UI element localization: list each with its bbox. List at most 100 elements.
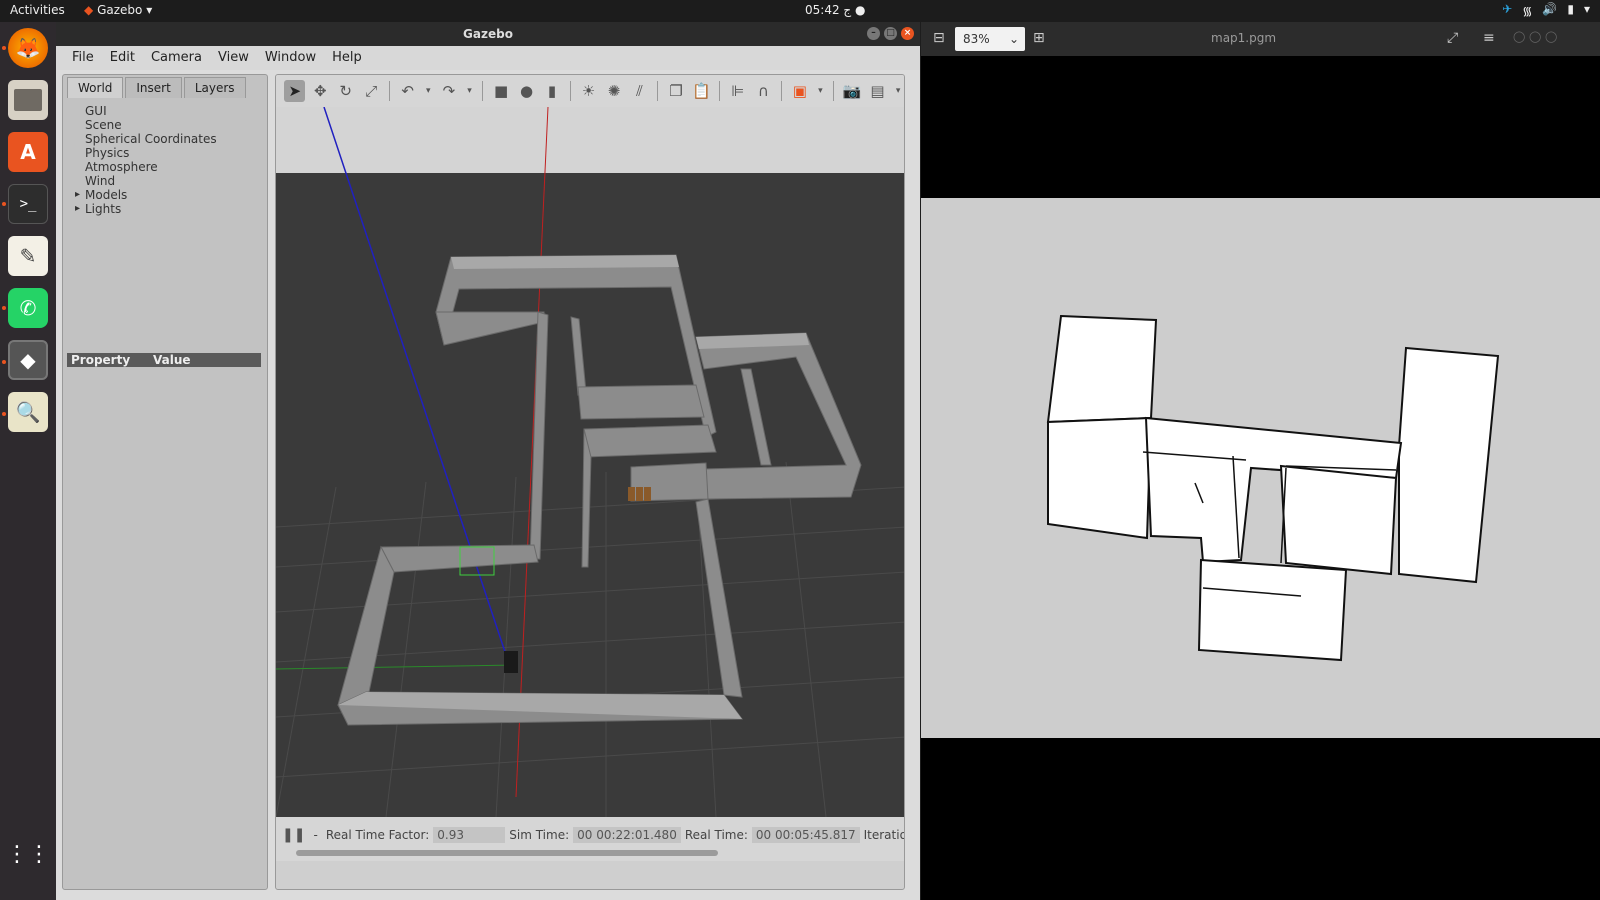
telegram-icon[interactable]: ✈ — [1502, 2, 1512, 19]
tree-item-models[interactable]: Models — [75, 188, 267, 202]
copy-icon[interactable]: ❐ — [665, 80, 686, 102]
undo-icon[interactable]: ↶ — [397, 80, 418, 102]
log-data-icon[interactable]: ▤ — [867, 80, 888, 102]
text-editor-icon[interactable]: ✎ — [8, 236, 48, 276]
snap-icon[interactable]: ∩ — [753, 80, 774, 102]
screenshot-icon[interactable]: 📷 — [841, 80, 862, 102]
redo-icon[interactable]: ↷ — [438, 80, 459, 102]
box-shape-icon[interactable]: ■ — [490, 80, 511, 102]
fullscreen-icon[interactable]: ⤢ — [1447, 30, 1458, 46]
minimize-button[interactable]: – — [867, 27, 880, 40]
directional-light-icon[interactable]: ⫽ — [629, 80, 650, 102]
tab-insert[interactable]: Insert — [125, 77, 182, 98]
toolbar-separator — [781, 81, 783, 101]
chevron-down-icon[interactable]: ▾ — [464, 80, 476, 102]
files-icon[interactable] — [8, 80, 48, 120]
point-light-icon[interactable]: ☀ — [578, 80, 599, 102]
tree-item-scene[interactable]: Scene — [85, 118, 267, 132]
tree-item-wind[interactable]: Wind — [85, 174, 267, 188]
select-mode-icon[interactable]: ➤ — [284, 80, 306, 102]
top-bar: Activities ◆ Gazebo ▾ 05:42 ج ● ✈ ᯾ 🔊 ▮ … — [0, 0, 1600, 22]
tab-world[interactable]: World — [67, 77, 124, 98]
activities-button[interactable]: Activities — [10, 3, 65, 17]
menu-help[interactable]: Help — [324, 46, 370, 70]
gazebo-window: Gazebo – □ × File Edit Camera View Windo… — [56, 22, 920, 900]
robot-model[interactable] — [504, 651, 518, 673]
menu-view[interactable]: View — [210, 46, 257, 70]
running-indicator — [2, 412, 6, 416]
occupancy-map-image — [921, 198, 1600, 738]
battery-icon[interactable]: ▮ — [1567, 2, 1574, 19]
scale-mode-icon[interactable]: ⤢ — [360, 80, 381, 102]
toolbar: ➤ ✥ ↻ ⤢ ↶ ▾ ↷ ▾ ■ ● ▮ ☀ ✺ ⫽ ❐ 📋 ⊫ ∩ ▣ ▾ — [276, 75, 904, 107]
menu-file[interactable]: File — [64, 46, 102, 70]
pause-icon[interactable]: ❚❚ — [282, 827, 305, 843]
firefox-icon[interactable]: 🦊 — [8, 28, 48, 68]
sphere-shape-icon[interactable]: ● — [516, 80, 537, 102]
software-icon[interactable]: A — [8, 132, 48, 172]
gazebo-icon[interactable]: ◆ — [8, 340, 48, 380]
show-applications-icon[interactable]: ⋮⋮ — [6, 834, 50, 874]
real-time-label: Real Time: — [684, 828, 748, 842]
chevron-down-icon[interactable]: ▾ — [422, 80, 434, 102]
tree-item-lights[interactable]: Lights — [75, 202, 267, 216]
zoom-out-icon[interactable]: ⊟ — [933, 30, 945, 46]
clock[interactable]: 05:42 ج ● — [805, 3, 865, 17]
maximize-button[interactable]: □ — [884, 27, 897, 40]
tab-layers[interactable]: Layers — [183, 77, 246, 98]
rotate-mode-icon[interactable]: ↻ — [335, 80, 356, 102]
3d-viewport[interactable] — [276, 106, 904, 818]
close-button[interactable]: × — [901, 27, 914, 40]
paste-icon[interactable]: 📋 — [691, 80, 712, 102]
window-titlebar[interactable]: Gazebo – □ × — [56, 22, 920, 46]
menu-bar: File Edit Camera View Window Help — [56, 46, 920, 70]
close-button[interactable]: ◯ — [1545, 30, 1557, 43]
cylinder-shape-icon[interactable]: ▮ — [541, 80, 562, 102]
map-render — [1046, 314, 1500, 662]
sim-time-value: 00 00:22:01.480 — [573, 827, 681, 843]
step-separator: - — [313, 828, 318, 842]
toolbar-separator — [482, 81, 484, 101]
change-view-icon[interactable]: ▣ — [789, 80, 810, 102]
running-indicator — [2, 306, 6, 310]
whatsapp-icon[interactable]: ✆ — [8, 288, 48, 328]
terminal-icon[interactable]: >_ — [8, 184, 48, 224]
world-tree: GUI Scene Spherical Coordinates Physics … — [63, 98, 267, 216]
property-column-header: Property — [71, 353, 131, 367]
app-menu-label: Gazebo — [97, 3, 143, 17]
translate-mode-icon[interactable]: ✥ — [309, 80, 330, 102]
horizontal-scrollbar[interactable] — [296, 850, 718, 856]
chevron-down-icon[interactable]: ▾ — [815, 80, 827, 102]
zoom-value: 83% — [963, 32, 990, 46]
volume-icon[interactable]: 🔊 — [1542, 2, 1557, 19]
tree-item-spherical-coordinates[interactable]: Spherical Coordinates — [85, 132, 267, 146]
iterations-label: Iterations: — [863, 828, 904, 842]
zoom-select[interactable]: 83% ⌄ — [955, 27, 1025, 51]
app-menu[interactable]: ◆ Gazebo ▾ — [84, 3, 152, 17]
menu-camera[interactable]: Camera — [143, 46, 210, 70]
align-icon[interactable]: ⊫ — [727, 80, 748, 102]
hamburger-menu-icon[interactable]: ≡ — [1483, 30, 1495, 46]
tree-item-physics[interactable]: Physics — [85, 146, 267, 160]
barrels-model[interactable] — [628, 487, 651, 501]
maximize-button[interactable]: ◯ — [1529, 30, 1541, 43]
dock: 🦊 A >_ ✎ ✆ ◆ 🔍 ⋮⋮ — [0, 22, 56, 900]
left-panel: World Insert Layers GUI Scene Spherical … — [62, 74, 268, 890]
chevron-down-icon[interactable]: ▾ — [1584, 2, 1590, 19]
chevron-down-icon[interactable]: ▾ — [892, 80, 904, 102]
chevron-down-icon: ⌄ — [1008, 32, 1019, 46]
running-indicator — [2, 202, 6, 206]
toolbar-separator — [388, 81, 390, 101]
minimize-button[interactable]: ◯ — [1513, 30, 1525, 43]
menu-window[interactable]: Window — [257, 46, 324, 70]
system-tray[interactable]: ✈ ᯾ 🔊 ▮ ▾ — [1502, 2, 1590, 19]
spot-light-icon[interactable]: ✺ — [603, 80, 624, 102]
status-bar: ❚❚ - Real Time Factor: 0.93 Sim Time: 00… — [276, 817, 904, 861]
wifi-icon[interactable]: ᯾ — [1522, 2, 1532, 19]
zoom-in-icon[interactable]: ⊞ — [1033, 30, 1045, 46]
tree-item-gui[interactable]: GUI — [85, 104, 267, 118]
tree-item-atmosphere[interactable]: Atmosphere — [85, 160, 267, 174]
menu-edit[interactable]: Edit — [102, 46, 143, 70]
rtf-value: 0.93 — [433, 827, 506, 843]
image-viewer-icon[interactable]: 🔍 — [8, 392, 48, 432]
